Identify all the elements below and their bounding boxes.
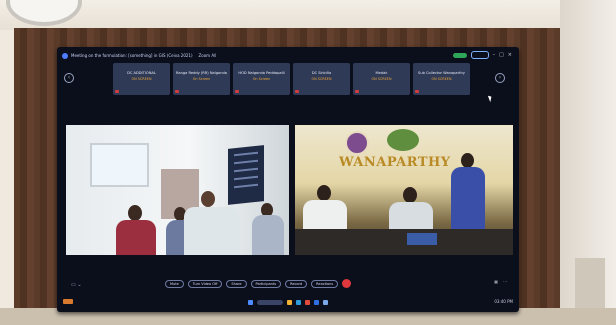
person-body [184, 207, 240, 255]
reactions-button[interactable]: Reactions [311, 279, 339, 288]
emblem-logo [345, 131, 369, 155]
mic-muted-icon [295, 90, 299, 93]
participant-name: Sub Collector Wanaparthy [418, 71, 465, 75]
start-icon[interactable] [248, 299, 253, 305]
participant-status: ON SCREEN [371, 77, 392, 81]
toolbar-right: ▦ ⋯ [494, 279, 507, 284]
participant-status: ON SCREEN [311, 77, 332, 81]
participant-name: HOD Nalgonda Peddapalli [238, 71, 285, 75]
chrome-icon[interactable] [305, 299, 310, 305]
app-icon [62, 52, 68, 59]
record-button[interactable]: Record [285, 279, 308, 288]
person-head [461, 153, 474, 168]
meeting-toolbar: Mute Turn Video Off Share Participants R… [165, 279, 352, 288]
window-subtitle: Zoom All [198, 53, 217, 58]
person-body [303, 200, 347, 232]
os-taskbar [61, 297, 515, 307]
participant-tile[interactable]: DC ADDITIONAL ON SCREEN [113, 63, 170, 95]
participant-name: Ranga Reddy (RR) Nalgonda [176, 71, 227, 75]
share-button[interactable]: Share [226, 279, 247, 288]
app-icon[interactable] [323, 299, 328, 305]
folder-icon[interactable] [287, 299, 292, 305]
participant-tile[interactable]: DC Siricilla ON SCREEN [293, 63, 350, 95]
window [90, 143, 149, 187]
participant-tile[interactable]: Medak ON SCREEN [353, 63, 410, 95]
participants-button[interactable]: Participants [250, 279, 282, 288]
view-button[interactable] [470, 51, 489, 59]
district-logo [387, 129, 419, 151]
mic-muted-icon [355, 90, 359, 93]
mic-muted-icon [115, 90, 119, 93]
layout-icon[interactable]: ▦ [494, 279, 498, 284]
close-icon[interactable]: × [508, 52, 512, 58]
security-badge [452, 52, 467, 58]
camera-select-icon[interactable]: ▭ ⌄ [71, 282, 82, 288]
participant-name: DC Siricilla [311, 71, 332, 75]
person-head [201, 191, 215, 207]
more-icon[interactable]: ⋯ [503, 279, 507, 284]
wall [0, 0, 616, 30]
participant-status: On Screen [252, 77, 271, 81]
conference-table [295, 229, 513, 255]
participant-status: ON SCREEN [131, 77, 152, 81]
taskbar-clock: 03:40 PM [494, 299, 513, 304]
participant-status: On Screen [192, 77, 211, 81]
person-head [403, 187, 417, 203]
taskbar-search[interactable] [257, 299, 283, 305]
mic-muted-icon [235, 90, 239, 93]
person-body [116, 220, 156, 255]
mic-muted-icon [175, 90, 179, 93]
video-pane-right[interactable]: WANAPARTHY [295, 125, 513, 255]
video-button[interactable]: Turn Video Off [187, 279, 223, 288]
end-call-button[interactable] [342, 279, 352, 288]
notice-board [228, 145, 264, 205]
person-body [252, 215, 284, 255]
person-head [128, 205, 142, 221]
banner-text: WANAPARTHY [339, 155, 451, 170]
window-title: Meeting on the formulation: [something] … [71, 53, 193, 58]
person-head [317, 185, 331, 201]
video-pane-left[interactable] [66, 125, 289, 255]
participant-tile[interactable]: Ranga Reddy (RR) Nalgonda On Screen [173, 63, 230, 95]
participant-strip: DC ADDITIONAL ON SCREEN Ranga Reddy (RR)… [113, 63, 470, 95]
window-titlebar: Meeting on the formulation: [something] … [62, 51, 514, 60]
participant-name: DC ADDITIONAL [127, 71, 156, 75]
participant-tile[interactable]: HOD Nalgonda Peddapalli On Screen [233, 63, 290, 95]
next-page-icon[interactable]: › [495, 73, 505, 83]
mute-button[interactable]: Mute [165, 279, 184, 288]
window-controls: – □ × [452, 51, 512, 59]
tv-monitor: Meeting on the formulation: [something] … [57, 47, 519, 312]
participant-status: ON SCREEN [431, 77, 452, 81]
edge-icon[interactable] [296, 299, 301, 305]
participant-name: Medak [375, 71, 388, 75]
laptop-screen [407, 233, 437, 245]
mic-muted-icon [415, 90, 419, 93]
meeting-app-icon[interactable] [314, 299, 319, 305]
person-body [451, 167, 485, 233]
minimize-icon[interactable]: – [493, 52, 496, 58]
maximize-icon[interactable]: □ [499, 52, 504, 58]
person-body [389, 202, 433, 232]
mouse-cursor [487, 94, 494, 103]
participant-tile[interactable]: Sub Collector Wanaparthy ON SCREEN [413, 63, 470, 95]
prev-page-icon[interactable]: ‹ [64, 73, 74, 83]
